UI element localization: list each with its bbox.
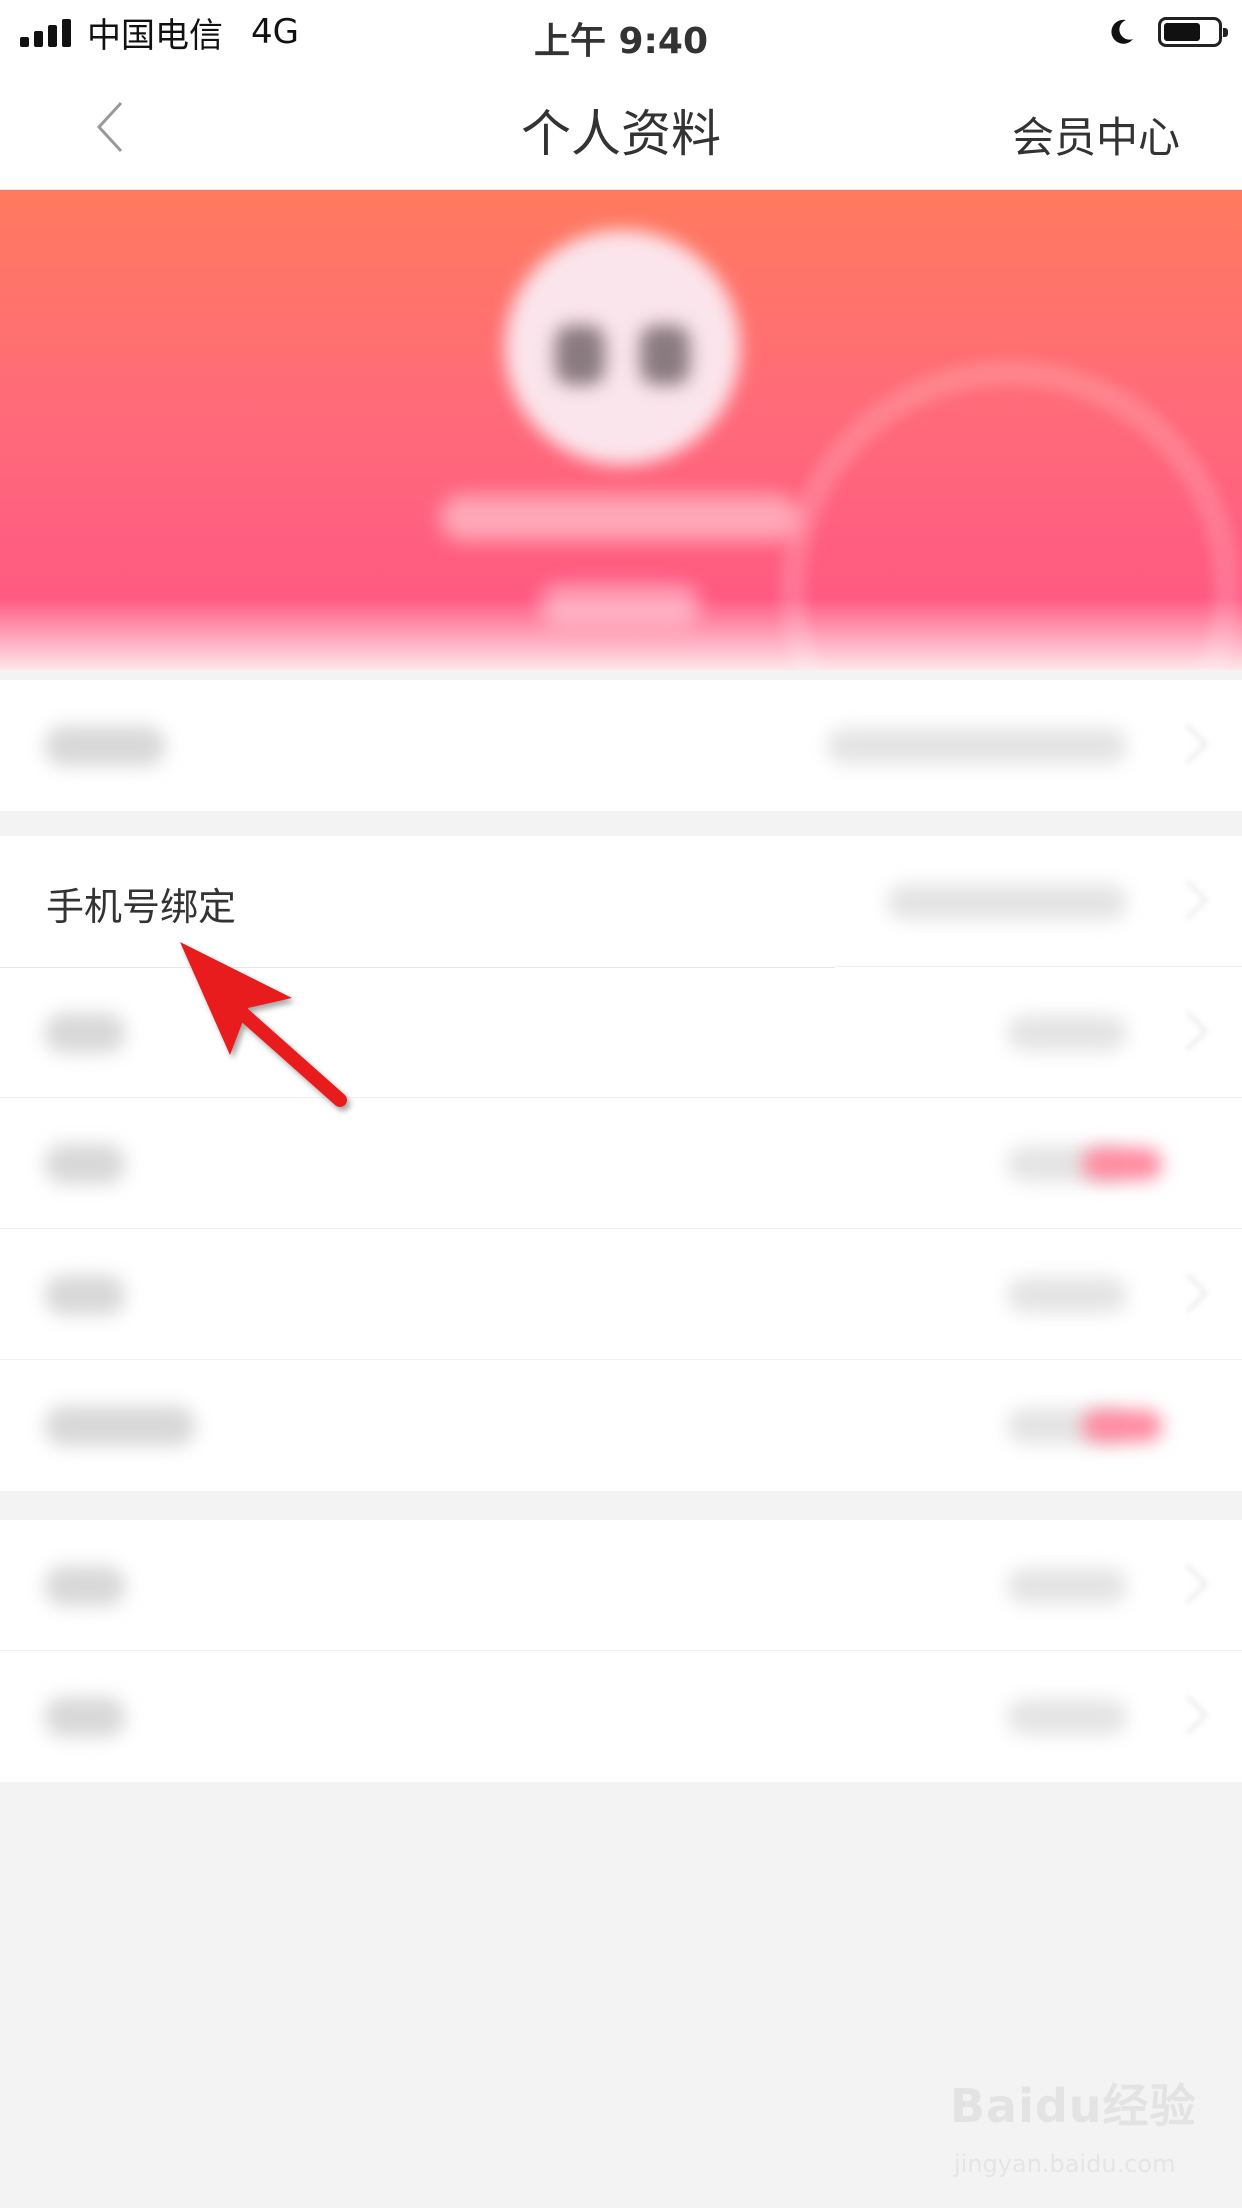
avatar[interactable] <box>505 230 740 465</box>
settings-group-1 <box>0 680 1242 811</box>
list-item[interactable] <box>0 1360 1242 1491</box>
red-arrow-annotation <box>180 942 347 1107</box>
carrier-name: 中国电信 <box>87 15 223 56</box>
watermark-brand: Baidu经验 <box>950 2079 1197 2133</box>
network-type: 4G <box>251 12 299 52</box>
list-item[interactable] <box>0 680 1242 811</box>
settings-group-3 <box>0 1520 1242 1782</box>
signature-blurred <box>540 585 700 625</box>
status-bar: 中国电信 4G <box>0 0 1242 64</box>
back-button[interactable] <box>80 94 140 160</box>
decorative-ring <box>780 360 1240 670</box>
phone-binding-row[interactable]: 手机号绑定 <box>0 836 835 968</box>
list-item[interactable] <box>0 1229 1242 1360</box>
moon-icon <box>1111 19 1133 44</box>
list-item[interactable] <box>0 1520 1242 1651</box>
signal-bars-icon <box>20 17 71 47</box>
nickname-blurred <box>440 495 800 541</box>
list-item[interactable] <box>0 1651 1242 1782</box>
profile-header <box>0 190 1242 670</box>
watermark-url: jingyan.baidu.com <box>954 2150 1176 2178</box>
member-center-link[interactable]: 会员中心 <box>1012 104 1180 165</box>
battery-icon <box>1158 17 1228 47</box>
baidu-watermark: Baidu经验 jingyan.baidu.com <box>950 2070 1220 2190</box>
nav-bar: 个人资料 会员中心 <box>0 64 1242 190</box>
chevron-left-icon <box>96 101 123 153</box>
